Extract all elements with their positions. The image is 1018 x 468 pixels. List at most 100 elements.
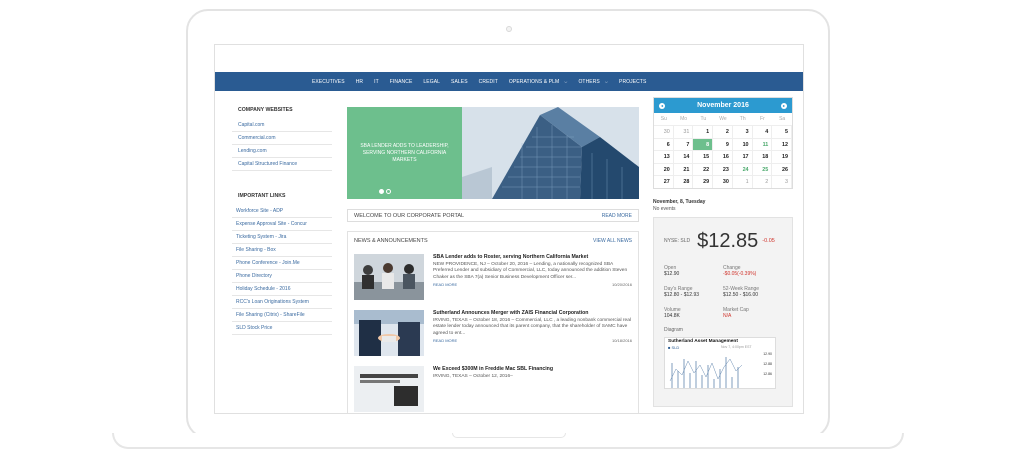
- important-link[interactable]: SLD Stock Price: [232, 322, 332, 335]
- calendar-day[interactable]: 23: [713, 162, 733, 175]
- calendar-day[interactable]: 13: [654, 150, 674, 163]
- calendar-day[interactable]: 30: [654, 125, 674, 138]
- calendar-day[interactable]: 5: [772, 125, 792, 138]
- calendar-day[interactable]: 4: [752, 125, 773, 138]
- calendar-day[interactable]: 15: [693, 150, 714, 163]
- calendar-day[interactable]: 7: [673, 137, 694, 150]
- news-item[interactable]: SBA Lender adds to Roster, serving North…: [354, 254, 632, 300]
- stock-stat: Volume 104.8K: [664, 307, 723, 319]
- important-link[interactable]: Ticketing System - Jira: [232, 231, 332, 244]
- calendar-weekday: We: [719, 116, 727, 122]
- calendar-day[interactable]: 31: [673, 125, 694, 138]
- news-item[interactable]: We Exceed $300M in Freddie Mac SBL Finan…: [354, 366, 632, 412]
- important-link[interactable]: File Sharing - Box: [232, 244, 332, 257]
- calendar-day[interactable]: 24: [732, 162, 753, 175]
- calendar-day[interactable]: 22: [693, 162, 714, 175]
- calendar-weekday: Su: [660, 116, 667, 122]
- calendar-day[interactable]: 14: [673, 150, 694, 163]
- company-website-link[interactable]: Lending.com: [232, 145, 332, 158]
- calendar-day[interactable]: 27: [654, 175, 674, 188]
- calendar-header: ◂ November 2016 ▸: [654, 98, 792, 113]
- nav-item-credit[interactable]: CREDIT: [479, 79, 498, 85]
- calendar-day[interactable]: 21: [673, 162, 694, 175]
- stock-stat: Day's Range $12.80 - $12.93: [664, 286, 723, 298]
- calendar-day[interactable]: 3: [732, 125, 753, 138]
- news-item[interactable]: Sutherland Announces Merger with ZAIS Fi…: [354, 310, 632, 356]
- calendar-next-icon[interactable]: ▸: [780, 102, 787, 109]
- news-headline[interactable]: SBA Lender adds to Roster, serving North…: [433, 254, 632, 260]
- chevron-down-icon: ⌵: [604, 78, 609, 84]
- news-excerpt: IRVING, TEXAS – October 18, 2016 – Comme…: [433, 318, 631, 336]
- important-link[interactable]: RCC's Loan Originations System: [232, 296, 332, 309]
- important-link[interactable]: Phone Conference - Join.Me: [232, 257, 332, 270]
- calendar-day[interactable]: 2: [752, 175, 773, 188]
- news-thumbnail-image: [354, 254, 424, 300]
- calendar-day[interactable]: 28: [673, 175, 694, 188]
- portal-screen: EXECUTIVES HR IT FINANCE LEGAL SALES CREDIT OPE…: [214, 44, 804, 414]
- company-website-link[interactable]: Capital.com: [232, 119, 332, 132]
- chevron-down-icon: ⌵: [564, 78, 568, 84]
- important-links-title: IMPORTANT LINKS: [238, 193, 286, 199]
- important-link[interactable]: Workforce Site - ADP: [232, 205, 332, 218]
- nav-item-it[interactable]: IT: [374, 79, 379, 85]
- stock-stat-value: 104.8K: [664, 312, 680, 319]
- calendar-day[interactable]: 12: [772, 137, 792, 150]
- view-all-news-link[interactable]: VIEW ALL NEWS: [593, 238, 632, 244]
- calendar-day[interactable]: 30: [713, 175, 733, 188]
- news-headline[interactable]: Sutherland Announces Merger with ZAIS Fi…: [433, 310, 632, 316]
- news-read-more-link[interactable]: READ MORE: [433, 338, 457, 343]
- nav-item-legal[interactable]: LEGAL: [423, 79, 440, 85]
- nav-item-sales[interactable]: SALES: [451, 79, 468, 85]
- calendar-day[interactable]: 3: [772, 175, 792, 188]
- stock-stat-value: -$0.05(-0.39%): [723, 270, 757, 277]
- nav-item-label: CREDIT: [478, 78, 498, 85]
- news-headline[interactable]: We Exceed $300M in Freddie Mac SBL Finan…: [433, 366, 632, 372]
- calendar-day[interactable]: 16: [713, 150, 733, 163]
- calendar-day[interactable]: 6: [654, 137, 674, 150]
- company-website-link[interactable]: Capital Structured Finance: [232, 158, 332, 171]
- nav-item-hr[interactable]: HR: [356, 79, 363, 85]
- news-list: SBA Lender adds to Roster, serving North…: [354, 254, 632, 412]
- calendar-day[interactable]: 26: [772, 162, 792, 175]
- nav-item-label: SALES: [451, 78, 468, 85]
- nav-item-executives[interactable]: EXECUTIVES: [312, 79, 345, 85]
- calendar-day[interactable]: 19: [772, 150, 792, 163]
- important-link[interactable]: Holiday Schedule - 2016: [232, 283, 332, 296]
- welcome-read-more-link[interactable]: READ MORE: [602, 213, 632, 219]
- calendar-day[interactable]: 10: [732, 137, 753, 150]
- important-link[interactable]: Phone Directory: [232, 270, 332, 283]
- stock-stat-value: N/A: [723, 312, 732, 319]
- calendar-day[interactable]: 2: [713, 125, 733, 138]
- calendar-day[interactable]: 17: [732, 150, 753, 163]
- news-announcements-panel: NEWS & ANNOUNCEMENTS VIEW ALL NEWS SBA L…: [347, 231, 639, 413]
- nav-item-label: OPERATIONS & PLM: [508, 78, 560, 85]
- calendar-day-selected[interactable]: 8: [693, 137, 714, 150]
- calendar-day[interactable]: 1: [693, 125, 714, 138]
- calendar-prev-icon[interactable]: ◂: [659, 102, 665, 109]
- calendar-day[interactable]: 9: [713, 137, 733, 150]
- carousel-dot[interactable]: [386, 189, 391, 194]
- hero-carousel[interactable]: SBA LENDER ADDS TO LEADERSHIP, SERVING N…: [347, 107, 639, 199]
- nav-item-label: HR: [355, 78, 364, 85]
- company-website-link[interactable]: Commercial.com: [232, 132, 332, 145]
- calendar-day[interactable]: 18: [752, 150, 773, 163]
- news-read-more-link[interactable]: READ MORE: [433, 282, 457, 287]
- calendar-day[interactable]: 20: [654, 162, 674, 175]
- calendar-weekday: Th: [739, 116, 746, 122]
- mini-chart-title: Sutherland Asset Management: [668, 338, 738, 344]
- calendar-day[interactable]: 29: [693, 175, 714, 188]
- carousel-dot[interactable]: [379, 189, 384, 194]
- calendar-day[interactable]: 1: [732, 175, 753, 188]
- nav-item-projects[interactable]: PROJECTS: [619, 79, 646, 85]
- calendar-day[interactable]: 11: [752, 137, 773, 150]
- calendar-day[interactable]: 25: [752, 162, 773, 175]
- important-link[interactable]: File Sharing (Citrix) - ShareFile: [232, 309, 332, 322]
- nav-item-operations-plm[interactable]: OPERATIONS & PLM ⌵: [509, 79, 568, 85]
- hero-caption-panel: SBA LENDER ADDS TO LEADERSHIP, SERVING N…: [347, 107, 462, 199]
- nav-item-others[interactable]: OTHERS ⌵: [578, 79, 608, 85]
- important-link[interactable]: Expense Approval Site - Concur: [232, 218, 332, 231]
- welcome-text: WELCOME TO OUR CORPORATE PORTAL: [354, 212, 465, 219]
- calendar-month: November 2016: [697, 102, 749, 109]
- stock-change: -0.05: [762, 238, 775, 244]
- nav-item-finance[interactable]: FINANCE: [390, 79, 413, 85]
